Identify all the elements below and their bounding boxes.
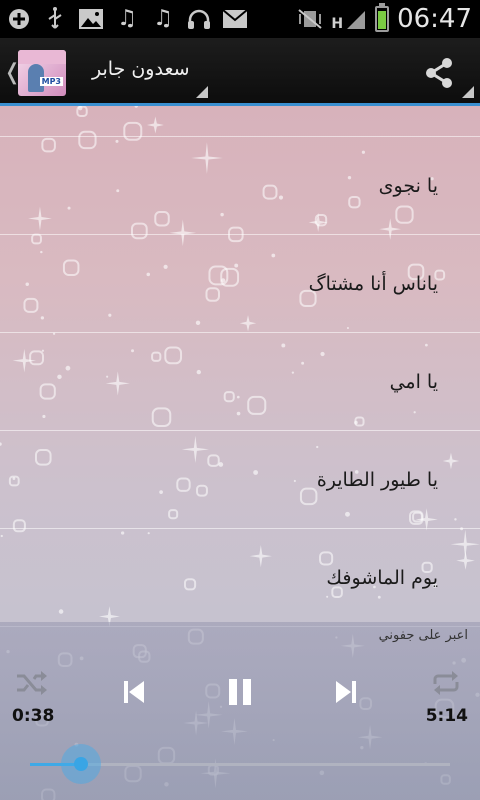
repeat-button[interactable] — [428, 668, 464, 698]
app-icon-banner — [18, 50, 66, 64]
music-note-icon: ♫ — [153, 6, 173, 31]
system-icons: H 06:47 — [297, 0, 472, 38]
total-duration: 5:14 — [425, 706, 468, 726]
app-icon-label: MP3 — [39, 77, 63, 86]
battery-level — [378, 11, 387, 29]
shuffle-icon — [17, 671, 47, 695]
shuffle-button[interactable] — [14, 668, 50, 698]
pause-button[interactable] — [222, 674, 258, 710]
share-button[interactable] — [422, 56, 456, 90]
headphones-icon — [186, 6, 212, 32]
list-item[interactable]: يا امي — [0, 333, 480, 431]
usb-icon — [42, 6, 68, 32]
seek-thumb[interactable] — [74, 757, 88, 771]
battery-icon — [375, 3, 390, 32]
spinner-indicator-icon — [196, 86, 208, 98]
song-title: يا امي — [389, 370, 438, 393]
list-item[interactable]: يا نجوى — [0, 137, 480, 235]
status-bar: ♫ ♫ H 06:47 — [0, 0, 480, 38]
seek-bar[interactable] — [30, 744, 450, 784]
song-title: ياناس أنا مشتاگ — [308, 272, 438, 295]
share-icon — [426, 58, 452, 88]
song-list[interactable]: يا نجوى ياناس أنا مشتاگ يا امي يا طيور ا… — [0, 106, 480, 627]
signal-icon: H — [331, 7, 367, 31]
now-playing-title: اعبر على جفوني — [378, 628, 468, 643]
clock: 06:47 — [397, 4, 472, 34]
skip-next-icon — [336, 681, 356, 703]
player-panel: اعبر على جفوني 0:38 5:14 — [0, 622, 480, 800]
image-icon — [78, 6, 104, 32]
previous-button[interactable] — [118, 676, 150, 708]
next-button[interactable] — [330, 676, 362, 708]
action-bar: ❬ MP3 سعدون جابر — [0, 38, 480, 106]
song-title: يوم الماشوفك — [326, 566, 438, 589]
list-top-spacer — [0, 106, 480, 137]
network-type-label: H — [331, 16, 344, 32]
song-title: يا طيور الطايرة — [316, 468, 438, 491]
list-item[interactable]: يوم الماشوفك — [0, 529, 480, 627]
song-title: يا نجوى — [378, 174, 438, 197]
page-title[interactable]: سعدون جابر — [92, 58, 190, 80]
overflow-indicator-icon — [462, 86, 474, 98]
mail-icon — [222, 6, 248, 32]
list-item[interactable]: يا طيور الطايرة — [0, 431, 480, 529]
vibrate-muted-icon — [297, 6, 323, 32]
repeat-icon — [433, 671, 459, 695]
app-icon[interactable]: MP3 — [18, 50, 66, 96]
elapsed-time: 0:38 — [12, 706, 55, 726]
notification-icons: ♫ ♫ — [0, 6, 248, 32]
music-note-icon: ♫ — [117, 6, 137, 31]
list-item[interactable]: ياناس أنا مشتاگ — [0, 235, 480, 333]
add-icon — [6, 6, 32, 32]
pause-icon — [229, 679, 251, 705]
skip-previous-icon — [124, 681, 144, 703]
